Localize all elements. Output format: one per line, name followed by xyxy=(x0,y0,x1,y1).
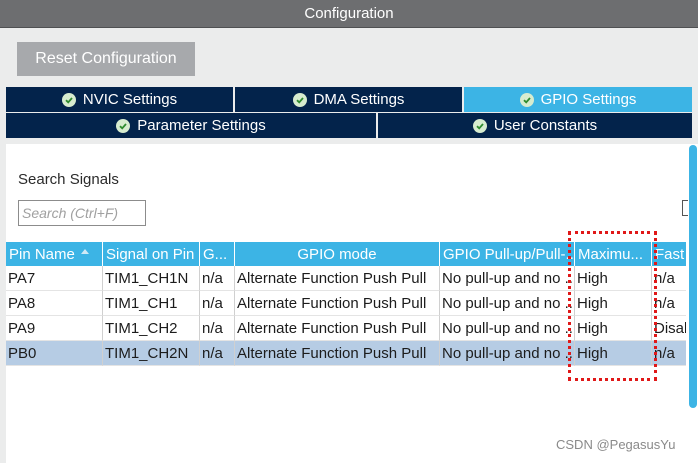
cell-gpio-mode: Alternate Function Push Pull xyxy=(235,341,440,366)
cell-pull: No pull-up and no ... xyxy=(440,266,575,291)
search-signals-label: Search Signals xyxy=(18,171,119,188)
tab-label: Parameter Settings xyxy=(137,117,266,134)
cell-pin-name: PA9 xyxy=(6,316,103,341)
cell-g: n/a xyxy=(200,316,235,341)
cell-pull: No pull-up and no ... xyxy=(440,291,575,316)
tab-label: DMA Settings xyxy=(313,91,405,108)
cell-max-speed: High xyxy=(575,341,652,366)
window-title: Configuration xyxy=(304,5,394,22)
column-header-g[interactable]: G... xyxy=(200,242,235,266)
column-header-gpio-pull[interactable]: GPIO Pull-up/Pull-... xyxy=(440,242,575,266)
cell-max-speed: High xyxy=(575,266,652,291)
window-title-bar: Configuration xyxy=(0,0,698,28)
cell-signal: TIM1_CH1 xyxy=(103,291,200,316)
cell-pin-name: PA7 xyxy=(6,266,103,291)
column-header-gpio-mode[interactable]: GPIO mode xyxy=(235,242,440,266)
tab-nvic-settings[interactable]: NVIC Settings xyxy=(6,87,233,112)
tab-label: NVIC Settings xyxy=(82,91,178,108)
column-header-signal-on-pin[interactable]: Signal on Pin xyxy=(103,242,200,266)
cell-signal: TIM1_CH2 xyxy=(103,316,200,341)
cell-fast: n/a xyxy=(652,341,686,366)
tab-label: User Constants xyxy=(493,117,598,134)
check-circle-icon xyxy=(519,92,534,107)
search-input[interactable] xyxy=(18,200,146,226)
cell-gpio-mode: Alternate Function Push Pull xyxy=(235,266,440,291)
cell-gpio-mode: Alternate Function Push Pull xyxy=(235,291,440,316)
check-circle-icon xyxy=(61,92,76,107)
cell-signal: TIM1_CH1N xyxy=(103,266,200,291)
table-header-row: Pin Name Signal on Pin G... GPIO mode GP… xyxy=(6,242,686,266)
table-row[interactable]: PA7 TIM1_CH1N n/a Alternate Function Pus… xyxy=(6,266,686,291)
cell-pin-name: PA8 xyxy=(6,291,103,316)
cell-fast: Disal xyxy=(652,316,686,341)
column-header-maximum-speed[interactable]: Maximu... xyxy=(575,242,652,266)
table-row[interactable]: PA8 TIM1_CH1 n/a Alternate Function Push… xyxy=(6,291,686,316)
check-circle-icon xyxy=(116,118,131,133)
cell-gpio-mode: Alternate Function Push Pull xyxy=(235,316,440,341)
check-circle-icon xyxy=(472,118,487,133)
tab-dma-settings[interactable]: DMA Settings xyxy=(235,87,462,112)
cell-g: n/a xyxy=(200,291,235,316)
cell-g: n/a xyxy=(200,266,235,291)
tab-user-constants[interactable]: User Constants xyxy=(378,113,692,138)
cell-pin-name: PB0 xyxy=(6,341,103,366)
cell-fast: n/a xyxy=(652,291,686,316)
watermark: CSDN @PegasusYu xyxy=(556,437,676,452)
table-row[interactable]: PA9 TIM1_CH2 n/a Alternate Function Push… xyxy=(6,316,686,341)
column-header-pin-name[interactable]: Pin Name xyxy=(6,242,103,266)
column-header-fast[interactable]: Fast xyxy=(652,242,686,266)
cell-max-speed: High xyxy=(575,316,652,341)
tab-label: GPIO Settings xyxy=(540,91,637,108)
cell-max-speed: High xyxy=(575,291,652,316)
tab-parameter-settings[interactable]: Parameter Settings xyxy=(6,113,376,138)
table-row-selected[interactable]: PB0 TIM1_CH2N n/a Alternate Function Pus… xyxy=(6,341,686,366)
tab-gpio-settings[interactable]: GPIO Settings xyxy=(464,87,692,112)
cell-pull: No pull-up and no ... xyxy=(440,316,575,341)
cell-pull: No pull-up and no ... xyxy=(440,341,575,366)
cell-fast: n/a xyxy=(652,266,686,291)
reset-configuration-button[interactable]: Reset Configuration xyxy=(17,42,195,76)
check-circle-icon xyxy=(292,92,307,107)
vertical-scrollbar-thumb[interactable] xyxy=(689,145,697,408)
sort-icon xyxy=(80,249,89,254)
cell-g: n/a xyxy=(200,341,235,366)
cell-signal: TIM1_CH2N xyxy=(103,341,200,366)
